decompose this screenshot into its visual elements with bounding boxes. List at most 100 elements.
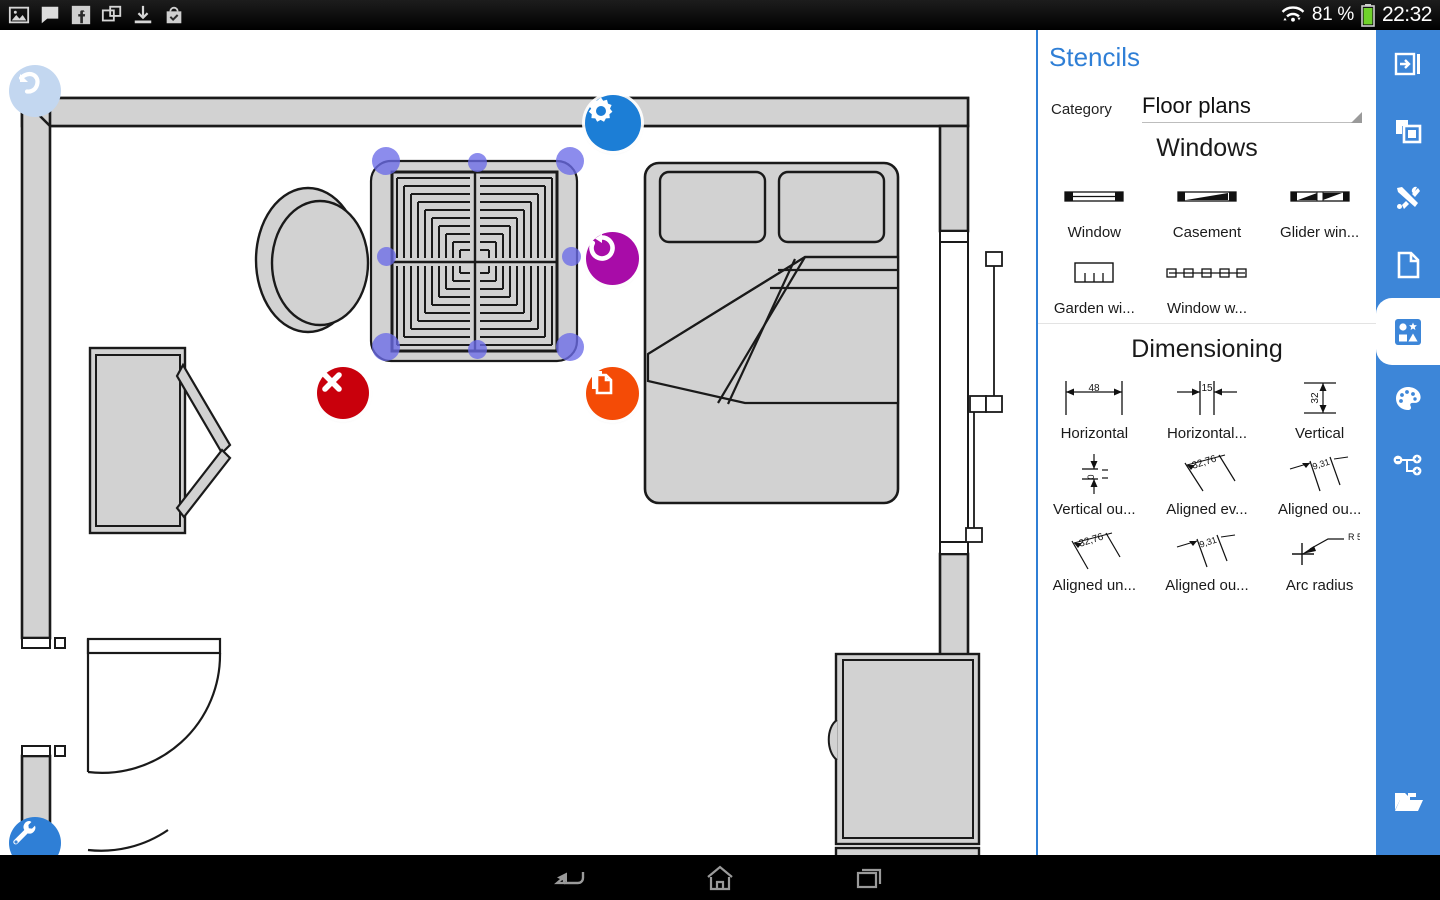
stencil-item-horizontal-outside-dimension[interactable]: 15 Horizontal...	[1151, 366, 1264, 442]
stencil-item-vertical-outside-dimension[interactable]: 0 Vertical ou...	[1038, 442, 1151, 518]
rail-button-import[interactable]	[1376, 30, 1440, 97]
delete-x-icon	[322, 372, 342, 392]
panel-title: Stencils	[1049, 42, 1141, 72]
window-wall-stencil-icon	[1165, 247, 1249, 299]
stencil-caption: Aligned ou...	[1277, 501, 1362, 518]
gear-icon	[588, 97, 613, 122]
double-bed	[643, 161, 900, 505]
delete-button[interactable]	[317, 367, 369, 419]
connectors-icon	[1393, 454, 1422, 475]
stencil-caption: Aligned ou...	[1165, 577, 1249, 594]
right-toolbar	[1376, 30, 1440, 855]
rail-button-folder[interactable]	[1376, 768, 1440, 835]
rail-button-palette[interactable]	[1376, 365, 1440, 432]
selection-handle-middle-right[interactable]	[562, 247, 581, 266]
nav-recents-button[interactable]	[795, 865, 945, 891]
selection-handle-top-center[interactable]	[468, 153, 487, 172]
horizontal-dimension-icon: 48	[1054, 372, 1134, 424]
garden-window-stencil-icon	[1071, 247, 1117, 299]
notification-icons	[0, 4, 185, 26]
android-status-bar: 81 % 22:32	[0, 0, 1440, 30]
casement-window-stencil-icon	[1176, 171, 1238, 223]
stencil-item-empty	[1263, 241, 1376, 317]
stencil-caption: Aligned un...	[1052, 577, 1137, 594]
aligned-even-dimension-icon: 32,76	[1167, 448, 1247, 500]
facebook-icon	[71, 5, 91, 25]
selection-handle-middle-left[interactable]	[377, 247, 396, 266]
download-icon	[134, 5, 152, 24]
stencil-group-dimensioning: Dimensioning 48 Horizontal 15 Horizontal…	[1038, 324, 1376, 600]
aligned-under-dimension-icon: 32,76	[1054, 524, 1134, 576]
floor-plan-drawing	[20, 96, 1003, 855]
duplicate-button[interactable]	[586, 367, 639, 420]
rail-button-tools[interactable]	[1376, 164, 1440, 231]
category-selected-value: Floor plans	[1142, 93, 1251, 118]
stencil-item-window-wall[interactable]: Window w...	[1151, 241, 1264, 317]
floor-plan-canvas[interactable]	[0, 30, 1036, 855]
stencil-item-aligned-outside-dimension[interactable]: 9,31 Aligned ou...	[1263, 442, 1376, 518]
nav-back-button[interactable]	[495, 865, 645, 891]
screenshot-icon	[101, 5, 122, 22]
stencil-item-garden-window[interactable]: Garden wi...	[1038, 241, 1151, 317]
stencil-item-casement[interactable]: Casement	[1151, 165, 1264, 241]
folder-button[interactable]	[1376, 768, 1440, 835]
dimension-value: 32,76	[1078, 531, 1106, 549]
dimension-value: 48	[1089, 383, 1101, 394]
stencil-item-horizontal-dimension[interactable]: 48 Horizontal	[1038, 366, 1151, 442]
rail-button-stencils[interactable]	[1376, 298, 1440, 365]
window-stencil-icon	[1063, 171, 1125, 223]
copy-icon	[592, 371, 613, 395]
aligned-outside-dimension-icon: 9,31	[1280, 448, 1360, 500]
stencil-caption: Horizontal...	[1166, 425, 1247, 442]
page-icon	[1397, 251, 1420, 278]
vertical-dimension-icon: 32	[1280, 372, 1360, 424]
battery-percent-label: 81 %	[1311, 4, 1354, 25]
stencil-caption: Aligned ev...	[1166, 501, 1248, 518]
sliding-window-right-wall	[939, 230, 1003, 555]
stencil-caption: Casement	[1172, 224, 1242, 241]
selection-handle-top-right[interactable]	[556, 147, 584, 175]
dimension-value: R 5	[1348, 532, 1360, 542]
folder-icon	[1395, 792, 1423, 811]
stencil-caption: Vertical	[1295, 425, 1345, 442]
stencil-item-aligned-outside2-dimension[interactable]: 9,31 Aligned ou...	[1151, 518, 1264, 594]
selection-handle-bottom-right[interactable]	[556, 333, 584, 361]
vertical-outside-dimension-icon: 0	[1054, 448, 1134, 500]
stencil-grid: Window Casement Glider win... Garden wi.…	[1038, 165, 1376, 317]
image-icon	[8, 6, 30, 24]
stencils-panel: Stencils Category Floor plans Windows Wi…	[1036, 30, 1376, 855]
stencil-item-aligned-even-dimension[interactable]: 32,76 Aligned ev...	[1151, 442, 1264, 518]
dimension-value: 32	[1310, 392, 1321, 404]
rail-button-layers[interactable]	[1376, 97, 1440, 164]
stencils-icon	[1395, 318, 1421, 345]
stencil-item-aligned-under-dimension[interactable]: 32,76 Aligned un...	[1038, 518, 1151, 594]
rail-button-page[interactable]	[1376, 231, 1440, 298]
category-dropdown[interactable]: Floor plans	[1142, 93, 1362, 123]
back-icon	[554, 871, 585, 884]
shopping-bag-check-icon	[166, 6, 182, 24]
group-title: Windows	[1156, 134, 1258, 162]
stencil-item-vertical-dimension[interactable]: 32 Vertical	[1263, 366, 1376, 442]
selection-handle-top-left[interactable]	[372, 147, 400, 175]
wrench-icon	[13, 821, 36, 845]
nav-home-button[interactable]	[645, 864, 795, 892]
rotate-button[interactable]	[586, 232, 639, 285]
import-icon	[1394, 52, 1420, 75]
stencil-item-glider-window[interactable]: Glider win...	[1263, 165, 1376, 241]
stencil-caption: Glider win...	[1280, 224, 1360, 241]
battery-icon	[1361, 4, 1375, 27]
stencil-item-window[interactable]: Window	[1038, 165, 1151, 241]
arc-radius-dimension-icon: R 5	[1280, 524, 1360, 576]
rail-button-connectors[interactable]	[1376, 432, 1440, 499]
category-row: Category Floor plans	[1038, 73, 1376, 123]
stencil-caption: Arc radius	[1285, 577, 1354, 594]
horizontal-outside-dimension-icon: 15	[1167, 372, 1247, 424]
selection-handle-bottom-left[interactable]	[372, 333, 400, 361]
selection-handle-bottom-center[interactable]	[468, 340, 487, 359]
undo-button[interactable]	[9, 65, 61, 117]
stencil-item-arc-radius-dimension[interactable]: R 5 Arc radius	[1263, 518, 1376, 594]
group-title: Dimensioning	[1131, 335, 1283, 363]
app-root: 81 % 22:32 Stencils Category Floor plans…	[0, 0, 1440, 900]
dimension-value: 15	[1201, 383, 1213, 394]
object-settings-button[interactable]	[585, 95, 641, 151]
